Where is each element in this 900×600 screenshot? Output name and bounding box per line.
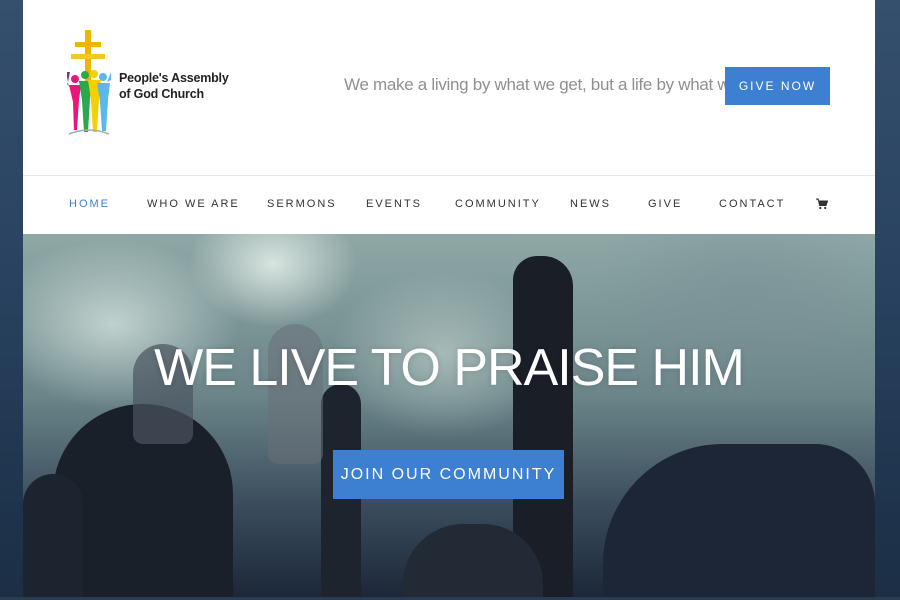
give-now-button[interactable]: GIVE NOW: [725, 67, 830, 105]
church-name-line1: People's Assembly: [119, 71, 229, 85]
join-community-button[interactable]: JOIN OUR COMMUNITY: [333, 450, 564, 499]
nav-who-we-are[interactable]: WHO WE ARE: [147, 198, 240, 210]
header-tagline: We make a living by what we get, but a l…: [344, 75, 778, 94]
background-right: [874, 0, 900, 600]
hero-banner: WE LIVE TO PRAISE HIM JOIN OUR COMMUNITY: [23, 234, 875, 597]
church-name: People's Assembly of God Church: [119, 70, 229, 102]
nav-community[interactable]: COMMUNITY: [455, 198, 541, 210]
nav-news[interactable]: NEWS: [570, 198, 611, 210]
cross-people-logo-icon: [67, 30, 111, 135]
main-navigation: HOME WHO WE ARE SERMONS EVENTS COMMUNITY…: [23, 175, 875, 235]
site-header: People's Assembly of God Church We make …: [23, 0, 875, 175]
church-name-line2: of God Church: [119, 87, 204, 101]
church-logo[interactable]: People's Assembly of God Church: [67, 30, 229, 140]
nav-give[interactable]: GIVE: [648, 198, 682, 210]
background-left: [0, 0, 24, 600]
nav-contact[interactable]: CONTACT: [719, 198, 785, 210]
nav-home[interactable]: HOME: [69, 198, 110, 210]
nav-events[interactable]: EVENTS: [366, 198, 422, 210]
hero-title: WE LIVE TO PRAISE HIM: [154, 339, 745, 397]
church-website: People's Assembly of God Church We make …: [23, 0, 875, 597]
crowd-silhouette: [23, 474, 83, 597]
shopping-cart-icon[interactable]: [816, 198, 828, 210]
nav-sermons[interactable]: SERMONS: [267, 198, 337, 210]
crowd-silhouette: [603, 444, 875, 597]
